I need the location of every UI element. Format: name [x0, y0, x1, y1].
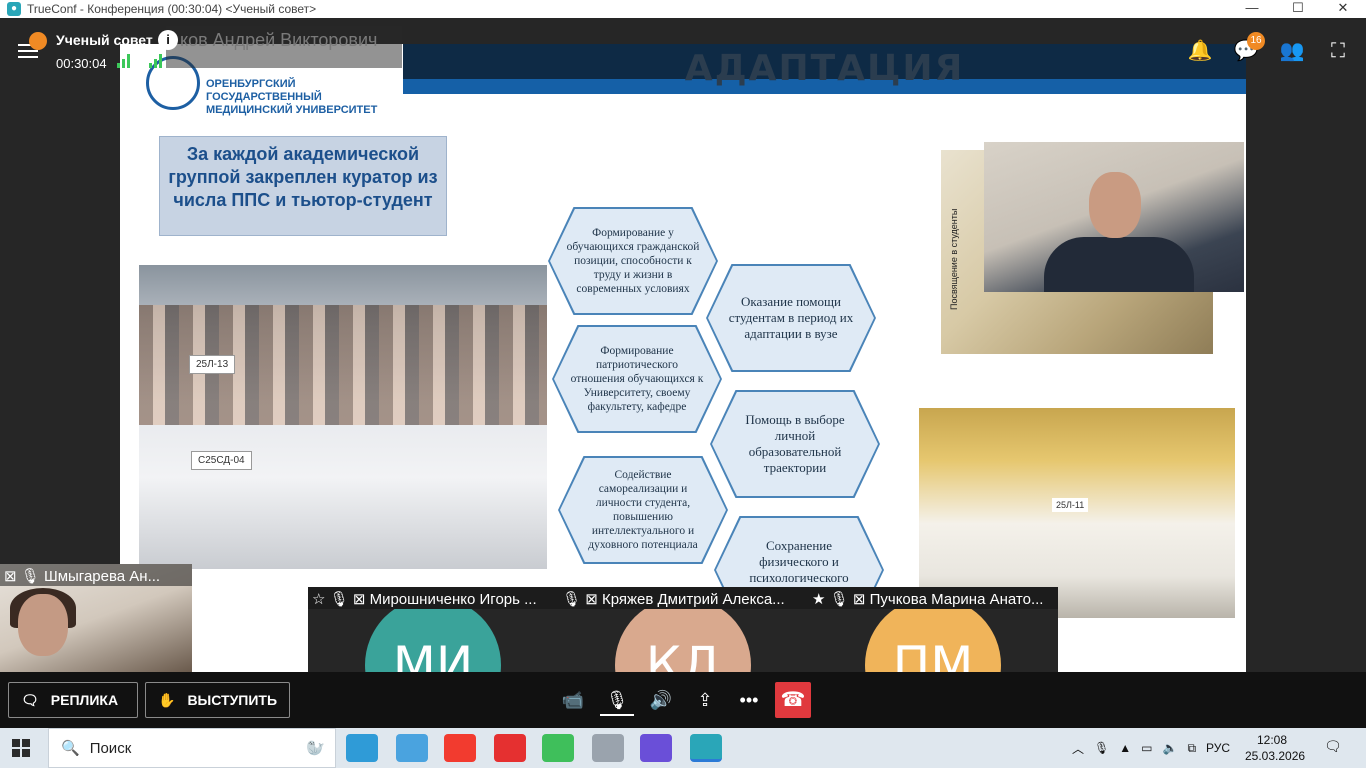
- participant-tile[interactable]: КД 🎙 ⊠ Кряжев Дмитрий Алекса...: [558, 587, 808, 672]
- window-title: TrueConf - Конференция (00:30:04) <Учены…: [27, 2, 317, 16]
- windows-start-icon[interactable]: [12, 739, 30, 757]
- shared-presentation-slide: АДАПТАЦИЯ ОРЕНБУРГСКИЙ ГОСУДАРСТВЕННЫЙ М…: [120, 44, 1246, 674]
- fullscreen-icon[interactable]: ⛶: [1325, 38, 1351, 64]
- chat-unread-badge: 16: [1247, 32, 1265, 50]
- participant-name: Кряжев Дмитрий Алекса...: [601, 591, 785, 608]
- mic-off-icon: 🎙: [605, 690, 629, 710]
- hexagon-adaptation-help: Оказание помощи студентам в период их ад…: [706, 264, 876, 372]
- conference-topbar: ков Андрей Викторович Ученый совет i 00:…: [0, 18, 1366, 78]
- self-tile-header: ⊠ 🎙 Шмыгарева Ан...: [0, 564, 192, 586]
- signal-strength-icon: [117, 54, 131, 68]
- camera-off-icon: ⊠: [852, 591, 866, 608]
- participant-tiles: МИ ☆ 🎙 ⊠ Мирошниченко Игорь ... КД 🎙 ⊠ К…: [308, 587, 1058, 672]
- speaker-face: [1089, 172, 1141, 238]
- hangup-button[interactable]: ☎: [775, 682, 811, 718]
- participant-face: [18, 594, 68, 656]
- hexagon-self-realization: Содействие самореализации и личности сту…: [558, 456, 728, 564]
- notifications-bell-icon[interactable]: 🔔: [1187, 38, 1213, 64]
- camera-off-icon: ⊠: [4, 568, 17, 585]
- camera-off-icon: ⊠: [352, 591, 366, 608]
- photos-app-icon[interactable]: [396, 734, 428, 762]
- speaker-name-label: ков Андрей Викторович: [166, 26, 402, 68]
- conference-name: Ученый совет: [56, 32, 153, 48]
- minimize-button[interactable]: —: [1229, 0, 1275, 18]
- group-sign: С25СД-04: [191, 451, 252, 470]
- volume-tray-icon[interactable]: 🔈: [1162, 741, 1177, 755]
- windows-taskbar: 🔍 Поиск 🦭 ︿ 🎙 ▲ ▭ 🔈 ⧉ РУС 12:08 25.03.20…: [0, 728, 1366, 768]
- mic-off-icon: 🎙: [829, 591, 849, 608]
- mic-off-icon: 🎙: [562, 591, 582, 608]
- speak-label: ВЫСТУПИТЬ: [187, 692, 278, 708]
- share-screen-button[interactable]: ⇪: [688, 684, 722, 716]
- camera-off-icon: 📹: [561, 690, 585, 710]
- replica-icon: 🗨: [21, 691, 39, 708]
- speak-icon: ✋: [158, 691, 176, 708]
- participant-name: Мирошниченко Игорь ...: [369, 591, 537, 608]
- input-language[interactable]: РУС: [1206, 741, 1230, 755]
- hexagon-patriotism: Формирование патриотического отношения о…: [552, 325, 722, 433]
- battery-tray-icon[interactable]: ▭: [1141, 741, 1152, 755]
- students-group-photo: 25Л-13 С25СД-04: [139, 265, 547, 569]
- info-icon[interactable]: i: [158, 30, 178, 50]
- hexagon-civic-position: Формирование у обучающихся гражданской п…: [548, 207, 718, 315]
- self-video-tile[interactable]: ⊠ 🎙 Шмыгарева Ан...: [0, 564, 192, 672]
- taskbar-search-box[interactable]: 🔍 Поиск 🦭: [48, 728, 336, 768]
- search-placeholder: Поиск: [89, 739, 132, 757]
- signal-strength-icon: [149, 54, 163, 68]
- star-icon[interactable]: ☆: [312, 591, 325, 608]
- yandex-browser-app-icon[interactable]: [640, 734, 672, 762]
- replica-label: РЕПЛИКА: [50, 692, 119, 708]
- search-icon: 🔍: [61, 740, 80, 757]
- conference-controls: 🗨 РЕПЛИКА ✋ ВЫСТУПИТЬ 📹 🎙 🔊 ⇪ ••• ☎: [0, 672, 1366, 728]
- speak-button[interactable]: ✋ ВЫСТУПИТЬ: [145, 682, 290, 718]
- chevron-up-icon[interactable]: ︿: [1072, 740, 1084, 757]
- participant-name: Пучкова Марина Анато...: [869, 591, 1044, 608]
- scanner-app-icon[interactable]: [592, 734, 624, 762]
- speaker-volume-button[interactable]: 🔊: [644, 684, 678, 716]
- hangup-icon: ☎: [780, 689, 806, 711]
- clock-date: 25.03.2026: [1245, 749, 1306, 763]
- curator-textbox: За каждой академической группой закрепле…: [159, 136, 447, 236]
- window-titlebar: ● TrueConf - Конференция (00:30:04) <Уче…: [0, 0, 1366, 18]
- yandex-app-icon[interactable]: [444, 734, 476, 762]
- manatee-icon: 🦭: [306, 740, 325, 757]
- initiation-label: Посвящение в студенты: [949, 208, 959, 310]
- whatsapp-app-icon[interactable]: [542, 734, 574, 762]
- participant-tile[interactable]: МИ ☆ 🎙 ⊠ Мирошниченко Игорь ...: [308, 587, 558, 672]
- microphone-tray-icon[interactable]: 🎙: [1094, 741, 1109, 755]
- speaker-video[interactable]: [984, 142, 1244, 292]
- system-tray: ︿ 🎙 ▲ ▭ 🔈 ⧉ РУС: [1072, 728, 1230, 768]
- trueconf-app-icon[interactable]: [690, 734, 722, 762]
- wps-app-icon[interactable]: [494, 734, 526, 762]
- notifications-icon[interactable]: 🗨: [1324, 738, 1344, 758]
- star-filled-icon[interactable]: ★: [812, 591, 825, 608]
- self-name: Шмыгарева Ан...: [43, 568, 161, 585]
- speaker-icon: 🔊: [649, 690, 673, 710]
- camera-off-icon: ⊠: [585, 591, 598, 608]
- camera-toggle-button[interactable]: 📹: [556, 684, 590, 716]
- conference-timer: 00:30:04: [56, 56, 107, 71]
- more-icon: •••: [739, 690, 759, 710]
- clock-time: 12:08: [1256, 733, 1288, 747]
- group-sign: 25Л-11: [1052, 498, 1089, 512]
- university-name: ОРЕНБУРГСКИЙ ГОСУДАРСТВЕННЫЙ МЕДИЦИНСКИЙ…: [206, 78, 378, 116]
- edge-app-icon[interactable]: [346, 734, 378, 762]
- trueconf-app-icon: ●: [7, 2, 21, 16]
- participants-icon[interactable]: 👥: [1279, 38, 1305, 64]
- maximize-button[interactable]: ☐: [1275, 0, 1321, 18]
- microphone-toggle-button[interactable]: 🎙: [600, 684, 634, 716]
- mic-off-icon: 🎙: [20, 568, 40, 585]
- network-wired-icon[interactable]: ⧉: [1187, 741, 1196, 756]
- mic-off-icon: 🎙: [329, 591, 349, 608]
- close-button[interactable]: ✕: [1320, 0, 1366, 18]
- group-sign: 25Л-13: [189, 355, 236, 374]
- share-screen-icon: ⇪: [697, 690, 713, 710]
- more-options-button[interactable]: •••: [732, 684, 766, 716]
- hexagon-educational-trajectory: Помощь в выборе личной образовательной т…: [710, 390, 880, 498]
- taskbar-clock[interactable]: 12:08 25.03.2026: [1245, 732, 1306, 764]
- conference-status-dot: [29, 32, 47, 50]
- network-tray-icon[interactable]: ▲: [1119, 741, 1131, 755]
- participant-tile[interactable]: ПМ ★ 🎙 ⊠ Пучкова Марина Анато...: [808, 587, 1058, 672]
- replica-button[interactable]: 🗨 РЕПЛИКА: [8, 682, 138, 718]
